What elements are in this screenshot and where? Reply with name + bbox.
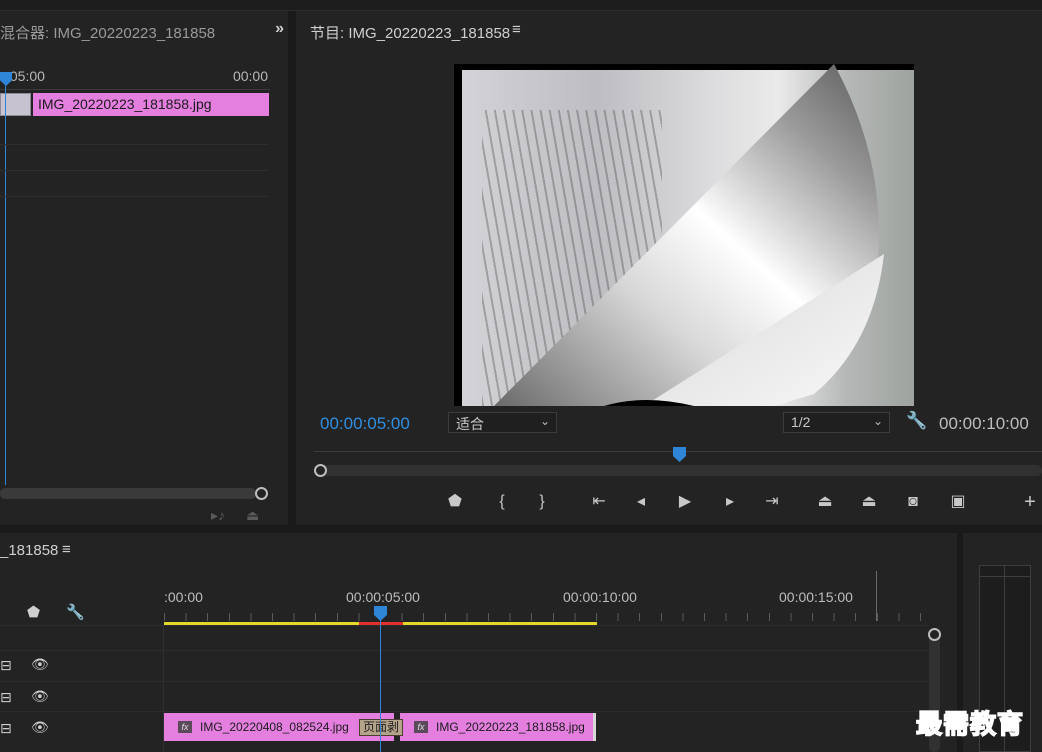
scrollbar-handle[interactable] bbox=[255, 487, 268, 500]
add-marker-icon[interactable]: ⬟ bbox=[443, 494, 467, 510]
resolution-select-value: 1/2 bbox=[791, 414, 811, 430]
current-timecode[interactable]: 00:00:05:00 bbox=[320, 414, 410, 434]
export-frame-icon[interactable]: ◙ bbox=[901, 494, 925, 510]
wrench-icon[interactable]: 🔧 bbox=[906, 411, 927, 431]
watermark-text: 最需教育 bbox=[915, 709, 1025, 741]
add-button-icon[interactable]: + bbox=[1018, 492, 1042, 512]
time-ruler[interactable] bbox=[164, 613, 928, 621]
sequence-title[interactable]: _181858 bbox=[0, 542, 58, 559]
source-clip[interactable]: IMG_20220223_181858.jpg bbox=[33, 93, 269, 116]
sync-lock-icon[interactable]: ⊟ bbox=[0, 689, 12, 706]
playhead-line bbox=[380, 619, 381, 752]
export-icon[interactable]: ⏏ bbox=[246, 507, 259, 524]
meter-header bbox=[979, 565, 1031, 577]
step-forward-icon[interactable]: ▸ bbox=[718, 494, 742, 510]
timeline-panel: _181858 ≡ ⬟ 🔧 :00:00 00:00:05:00 00:00:1… bbox=[0, 533, 957, 752]
meter-divider bbox=[1004, 565, 1005, 577]
transition-page-peel[interactable]: 页面剥 bbox=[359, 719, 403, 736]
hamburger-icon[interactable]: ≡ bbox=[62, 541, 71, 558]
eye-icon[interactable]: 👁 bbox=[31, 688, 49, 705]
duration-timecode: 00:00:10:00 bbox=[939, 414, 1029, 433]
panel-title[interactable]: 混合器: IMG_20220223_181858 bbox=[0, 22, 215, 43]
scrollbar-handle[interactable] bbox=[928, 628, 941, 641]
sync-lock-icon[interactable]: ⊟ bbox=[0, 720, 12, 737]
wrench-icon[interactable]: 🔧 bbox=[66, 603, 85, 621]
go-to-in-icon[interactable]: ⇤ bbox=[587, 494, 611, 510]
mark-out-icon[interactable]: } bbox=[530, 494, 554, 510]
step-back-icon[interactable]: ◂ bbox=[629, 494, 653, 510]
mark-in-icon[interactable]: { bbox=[490, 494, 514, 510]
resolution-select[interactable]: 1/2 ⌄ bbox=[783, 412, 890, 433]
eye-icon[interactable]: 👁 bbox=[31, 719, 49, 736]
chevron-down-icon: ⌄ bbox=[872, 414, 883, 428]
scrollbar-handle[interactable] bbox=[314, 464, 327, 477]
go-to-out-icon[interactable]: ⇥ bbox=[760, 494, 784, 510]
ruler-label: 00:00:10:00 bbox=[563, 589, 637, 605]
ruler-time-right: 00:00 bbox=[232, 68, 268, 84]
clip-label: IMG_20220223_181858.jpg bbox=[436, 720, 585, 734]
fit-select-value: 适合 bbox=[456, 416, 484, 432]
track-divider bbox=[0, 711, 928, 712]
clip-label: IMG_20220408_082524.jpg bbox=[200, 720, 349, 734]
play-icon[interactable]: ▶ bbox=[673, 494, 697, 510]
page-peel-overlay bbox=[494, 64, 884, 406]
chevron-down-icon: ⌄ bbox=[539, 414, 550, 428]
ruler-divider bbox=[0, 89, 270, 90]
fx-badge-icon: fx bbox=[178, 721, 192, 733]
add-marker-icon[interactable]: ⬟ bbox=[27, 603, 40, 621]
top-strip bbox=[0, 0, 1042, 11]
timeline-clip[interactable]: fx IMG_20220223_181858.jpg bbox=[400, 713, 596, 741]
ruler-label: 00:00:05:00 bbox=[346, 589, 420, 605]
video-preview[interactable] bbox=[454, 64, 914, 406]
hamburger-icon[interactable]: ≡ bbox=[512, 21, 521, 38]
fx-badge-icon: fx bbox=[414, 721, 428, 733]
extract-icon[interactable]: ⏏ bbox=[857, 494, 881, 510]
zoom-scrollbar[interactable] bbox=[314, 465, 1042, 476]
horizontal-scrollbar[interactable] bbox=[0, 488, 256, 499]
track-divider bbox=[0, 625, 928, 626]
compare-icon[interactable]: ▣ bbox=[946, 494, 970, 510]
double-chevron-right-icon[interactable]: » bbox=[275, 20, 284, 38]
eye-icon[interactable]: 👁 bbox=[31, 656, 49, 673]
sequence-end-marker bbox=[876, 571, 877, 621]
program-monitor-panel: 节目: IMG_20220223_181858 ≡ 00:00:05:00 适合… bbox=[296, 11, 1042, 525]
audio-clip-mixer-panel: 混合器: IMG_20220223_181858 » :05:00 00:00 … bbox=[0, 11, 288, 525]
row-divider bbox=[0, 170, 268, 171]
track-divider bbox=[0, 650, 928, 651]
panel-title[interactable]: 节目: IMG_20220223_181858 bbox=[310, 22, 510, 43]
lift-icon[interactable]: ⏏ bbox=[813, 494, 837, 510]
insert-icon[interactable]: ▸♪ bbox=[211, 507, 225, 524]
sync-lock-icon[interactable]: ⊟ bbox=[0, 657, 12, 674]
ruler-label: 00:00:15:00 bbox=[779, 589, 853, 605]
track-divider bbox=[0, 681, 928, 682]
ruler-label: :00:00 bbox=[164, 589, 203, 605]
row-divider bbox=[0, 144, 268, 145]
fit-select[interactable]: 适合 ⌄ bbox=[448, 412, 557, 433]
row-divider bbox=[0, 196, 268, 197]
